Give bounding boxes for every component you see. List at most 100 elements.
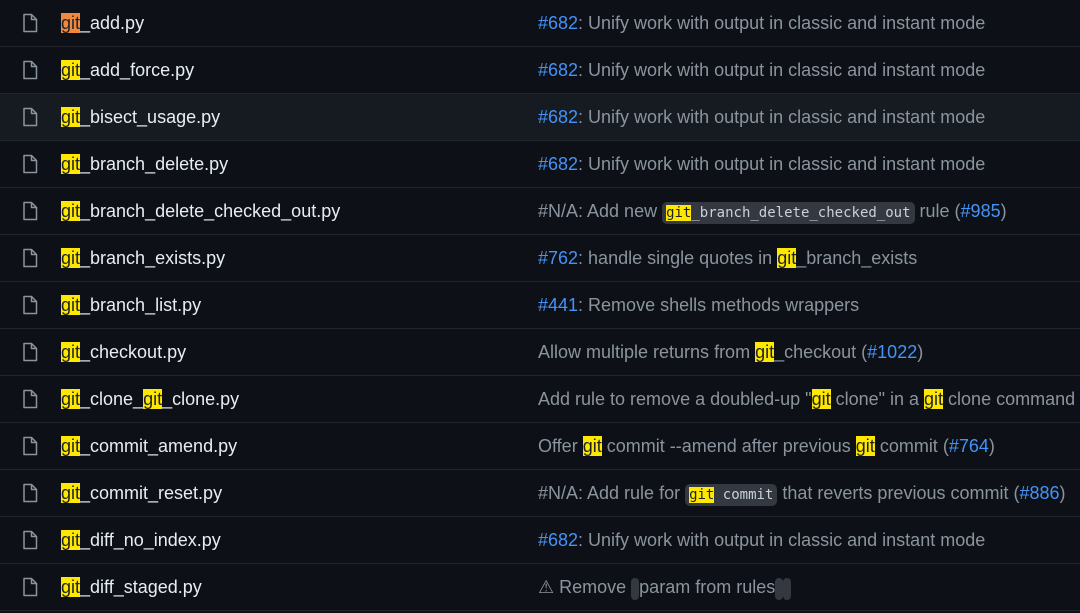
text-segment: commit --amend after previous (601, 436, 856, 456)
search-match-highlight: git (855, 436, 875, 456)
file-name-link[interactable]: git_branch_delete.py (61, 141, 228, 188)
search-match-highlight: git (61, 13, 81, 33)
text-segment: clone command (943, 389, 1076, 409)
file-icon (22, 483, 38, 503)
issue-link[interactable]: #762 (538, 248, 578, 268)
file-row[interactable]: git_bisect_usage.py #682: Unify work with… (0, 94, 1080, 141)
text-segment: _commit_reset.py (80, 483, 223, 503)
file-row[interactable]: git_branch_delete_checked_out.py #N/A: Ad… (0, 188, 1080, 235)
commit-message[interactable]: #682: Unify work with output in classic … (538, 94, 985, 141)
text-segment: _add_force.py (80, 60, 195, 80)
commit-message[interactable]: Allow multiple returns from git_checkout… (538, 329, 923, 376)
issue-link[interactable]: #682 (538, 60, 578, 80)
text-segment: : Remove shells methods wrappers (578, 295, 860, 315)
file-name-link[interactable]: git_bisect_usage.py (61, 94, 220, 141)
file-name-link[interactable]: git_branch_delete_checked_out.py (61, 188, 340, 235)
search-match-highlight: git (755, 342, 775, 362)
file-icon (22, 389, 38, 409)
text-segment: : handle single quotes in (578, 248, 778, 268)
search-match-highlight: git (924, 389, 944, 409)
search-match-highlight: git (582, 436, 602, 456)
text-segment: _checkout ( (774, 342, 868, 362)
text-segment: _branch_list.py (80, 295, 202, 315)
search-match-highlight: git (61, 342, 81, 362)
commit-message[interactable]: #441: Remove shells methods wrappers (538, 282, 859, 329)
search-match-highlight: git (61, 530, 81, 550)
file-name-link[interactable]: git_add.py (61, 0, 144, 47)
file-name-link[interactable]: git_add_force.py (61, 47, 194, 94)
text-segment: Allow multiple returns from (538, 342, 756, 362)
file-row[interactable]: git_branch_list.py #441: Remove shells me… (0, 282, 1080, 329)
file-icon (22, 107, 38, 127)
text-segment: _clone.py (162, 389, 240, 409)
file-name-link[interactable]: git_checkout.py (61, 329, 186, 376)
text-segment: _branch_exists (796, 248, 918, 268)
commit-message[interactable]: #682: Unify work with output in classic … (538, 0, 985, 47)
issue-link[interactable]: #441 (538, 295, 578, 315)
file-row[interactable]: git_clone_git_clone.py Add rule to remove… (0, 376, 1080, 423)
file-icon (22, 13, 38, 33)
search-match-highlight: git (61, 389, 81, 409)
text-segment: : Unify work with output in classic and … (578, 107, 986, 127)
file-name-link[interactable]: git_commit_amend.py (61, 423, 237, 470)
file-icon (22, 201, 38, 221)
issue-link[interactable]: #682 (538, 530, 578, 550)
issue-link[interactable]: #886 (1019, 483, 1059, 503)
search-match-highlight: git (61, 107, 81, 127)
search-match-highlight: git (61, 60, 81, 80)
file-row[interactable]: git_diff_no_index.py #682: Unify work wit… (0, 517, 1080, 564)
file-name-link[interactable]: git_diff_no_index.py (61, 517, 221, 564)
issue-link[interactable]: #985 (961, 201, 1001, 221)
commit-message[interactable]: Add rule to remove a doubled-up " git clo… (538, 376, 1075, 423)
commit-message[interactable]: #762: handle single quotes in git_branch… (538, 235, 917, 282)
search-match-highlight: git (777, 248, 797, 268)
text-segment: _add.py (80, 13, 145, 33)
text-segment: : Unify work with output in classic and … (578, 13, 986, 33)
inline-code (783, 578, 792, 600)
text-segment: ⚠ Remove (538, 577, 632, 597)
commit-message[interactable]: #682: Unify work with output in classic … (538, 47, 985, 94)
search-match-highlight: git (61, 295, 81, 315)
file-row[interactable]: git_add_force.py #682: Unify work with ou… (0, 47, 1080, 94)
text-segment: _clone_ (80, 389, 144, 409)
commit-message[interactable]: #682: Unify work with output in classic … (538, 141, 985, 188)
issue-link[interactable]: #764 (949, 436, 989, 456)
text-segment: commit (714, 487, 774, 503)
file-name-link[interactable]: git_branch_list.py (61, 282, 201, 329)
search-match-highlight: git (61, 436, 81, 456)
file-row[interactable]: git_commit_amend.py Offer git commit --am… (0, 423, 1080, 470)
file-icon (22, 60, 38, 80)
issue-link[interactable]: #682 (538, 107, 578, 127)
text-segment: ) (917, 342, 924, 362)
text-segment: _branch_exists.py (80, 248, 226, 268)
issue-link[interactable]: #682 (538, 13, 578, 33)
file-row[interactable]: git_add.py #682: Unify work with output i… (0, 0, 1080, 47)
issue-link[interactable]: #1022 (867, 342, 917, 362)
search-match-highlight: git (666, 205, 692, 221)
file-row[interactable]: git_checkout.py Allow multiple returns fr… (0, 329, 1080, 376)
commit-message[interactable]: Offer git commit --amend after previous … (538, 423, 995, 470)
file-row[interactable]: git_branch_exists.py #762: handle single … (0, 235, 1080, 282)
commit-message[interactable]: #N/A: Add rule for git commit that rever… (538, 470, 1066, 519)
text-segment: rule ( (914, 201, 961, 221)
commit-message[interactable]: ⚠ Remove param from rules (538, 564, 792, 613)
file-row[interactable]: git_branch_delete.py #682: Unify work wit… (0, 141, 1080, 188)
issue-link[interactable]: #682 (538, 154, 578, 174)
search-match-highlight: git (61, 154, 81, 174)
file-row[interactable]: git_commit_reset.py #N/A: Add rule for gi… (0, 470, 1080, 517)
text-segment: #N/A: Add rule for (538, 483, 686, 503)
text-segment: _checkout.py (80, 342, 187, 362)
commit-message[interactable]: #N/A: Add new git_branch_delete_checked_… (538, 188, 1007, 237)
text-segment: _diff_staged.py (80, 577, 202, 597)
file-row[interactable]: git_diff_staged.py ⚠ Remove param from ru… (0, 564, 1080, 611)
commit-message[interactable]: #682: Unify work with output in classic … (538, 517, 985, 564)
search-match-highlight: git (61, 248, 81, 268)
file-name-link[interactable]: git_branch_exists.py (61, 235, 225, 282)
file-name-link[interactable]: git_commit_reset.py (61, 470, 222, 517)
text-segment: Add rule to remove a doubled-up " (538, 389, 812, 409)
file-name-link[interactable]: git_clone_git_clone.py (61, 376, 239, 423)
file-name-link[interactable]: git_diff_staged.py (61, 564, 202, 611)
inline-code (631, 578, 640, 600)
file-icon (22, 154, 38, 174)
text-segment: : Unify work with output in classic and … (578, 530, 986, 550)
